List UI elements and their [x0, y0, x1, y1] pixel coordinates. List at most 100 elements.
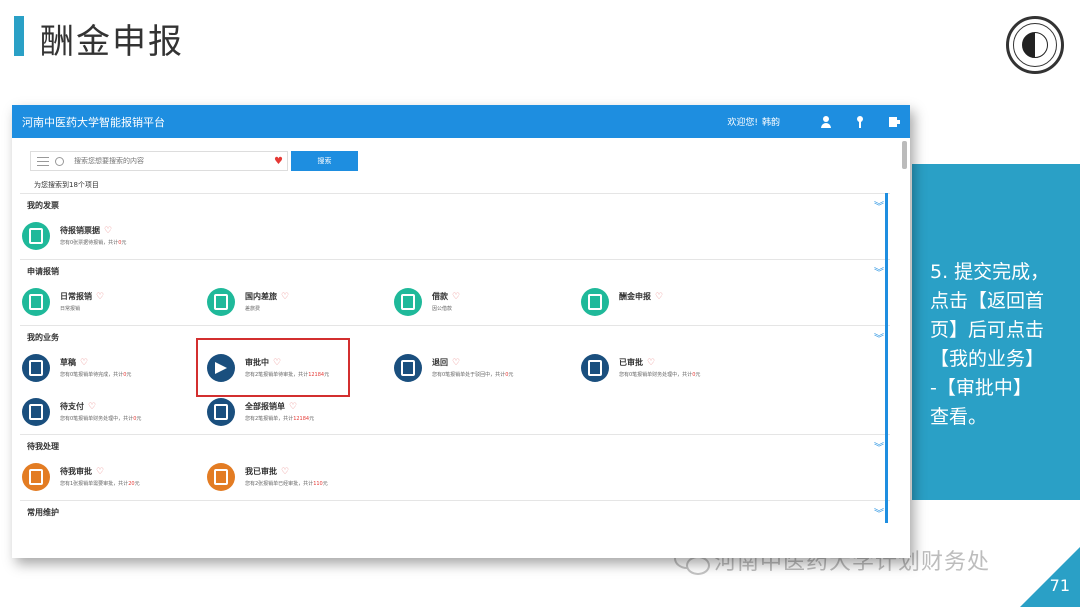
section-pending-for-me: 待我处理 ︾ 待我审批 ♡ 您有1张报销单需要审批，共计20元 我已审批 ♡ 您有2…: [20, 434, 890, 500]
item-domestic-travel[interactable]: 国内差旅 ♡ 差旅费: [207, 288, 382, 318]
list-icon: [207, 398, 235, 426]
heart-icon[interactable]: ♡: [452, 292, 460, 302]
heart-icon[interactable]: ♡: [655, 292, 663, 302]
chevron-down-icon[interactable]: ︾: [874, 330, 884, 345]
yin-yang-icon: [1022, 32, 1048, 58]
item-to-approve[interactable]: 待我审批 ♡ 您有1张报销单需要审批，共计20元: [22, 463, 197, 493]
item-pending-invoices[interactable]: 待报销票据 ♡ 您有0张票据待报销，共计0元: [22, 222, 197, 252]
item-approved[interactable]: 已审批 ♡ 您有0笔报销单财务处理中，共计0元: [581, 354, 756, 384]
item-daily-reimbursement[interactable]: 日常报销 ♡ 日常报销: [22, 288, 197, 318]
item-desc-suffix: 元: [136, 416, 142, 422]
section-my-business: 我的业务 ︾ 草稿 ♡ 您有0笔报销单待完成，共计0元 审批中 ♡ 您有2笔报销单待…: [20, 325, 890, 434]
item-returned[interactable]: 退回 ♡ 您有0笔报销单处于驳回中，共计0元: [394, 354, 569, 384]
item-desc-suffix: 元: [309, 416, 315, 422]
item-desc-suffix: 元: [322, 481, 328, 487]
logout-icon[interactable]: [888, 116, 900, 128]
item-desc-amount: 110: [313, 481, 323, 487]
user-name[interactable]: 韩韵: [762, 115, 780, 128]
invoice-icon: [22, 222, 50, 250]
item-desc-amount: 12184: [293, 416, 310, 422]
approver-icon: [22, 463, 50, 491]
section-scroll-indicator: [885, 193, 888, 523]
item-desc-prefix: 您有0张票据待报销，共计: [60, 240, 119, 246]
payment-icon: [22, 398, 50, 426]
user-icon[interactable]: [820, 115, 832, 128]
document-icon: [22, 288, 50, 316]
approved-by-me-icon: [207, 463, 235, 491]
heart-icon[interactable]: ♡: [96, 467, 104, 477]
item-desc-prefix: 您有2张报销单已经审批，共计: [245, 481, 314, 487]
heart-icon[interactable]: ♡: [289, 402, 297, 412]
item-desc-suffix: 元: [508, 372, 514, 378]
return-icon: [394, 354, 422, 382]
item-title: 待我审批: [60, 467, 92, 476]
draft-icon: [22, 354, 50, 382]
app-window: 河南中医药大学智能报销平台 欢迎您! 韩韵 ♥ 搜索 为您搜索到18个项目 我的…: [12, 105, 910, 558]
item-title: 酬金申报: [619, 292, 651, 301]
section-apply-reimbursement: 申请报销 ︾ 日常报销 ♡ 日常报销 国内差旅 ♡ 差旅费 借款 ♡ 因公借款 酬金申…: [20, 259, 890, 325]
item-desc-suffix: 元: [695, 372, 701, 378]
heart-icon[interactable]: ♡: [647, 358, 655, 368]
window-scrollbar[interactable]: [902, 141, 907, 169]
menu-icon[interactable]: [37, 156, 49, 166]
result-count: 为您搜索到18个项目: [34, 181, 99, 189]
pin-icon[interactable]: [854, 115, 866, 128]
approved-icon: [581, 354, 609, 382]
main-content: ♥ 搜索 为您搜索到18个项目 我的发票 ︾ 待报销票据 ♡ 您有0张票据待报销，…: [12, 138, 902, 558]
title-accent-bar: [14, 16, 24, 56]
favorite-heart-icon[interactable]: ♥: [274, 156, 283, 167]
item-pending-payment[interactable]: 待支付 ♡ 您有0笔报销单财务处理中，共计0元: [22, 398, 197, 428]
item-desc: 日常报销: [60, 306, 81, 312]
chevron-down-icon[interactable]: ︾: [874, 198, 884, 213]
item-title: 日常报销: [60, 292, 92, 301]
search-icon: [55, 156, 64, 166]
item-approved-by-me[interactable]: 我已审批 ♡ 您有2张报销单已经审批，共计110元: [207, 463, 382, 493]
section-title: 我的发票: [27, 201, 59, 210]
heart-icon[interactable]: ♡: [104, 226, 112, 236]
section-title: 常用维护: [27, 508, 59, 517]
item-remuneration[interactable]: 酬金申报 ♡: [581, 288, 756, 318]
heart-icon[interactable]: ♡: [80, 358, 88, 368]
item-desc-prefix: 您有0笔报销单处于驳回中，共计: [432, 372, 506, 378]
section-title: 待我处理: [27, 442, 59, 451]
section-my-invoices: 我的发票 ︾ 待报销票据 ♡ 您有0张票据待报销，共计0元: [20, 193, 890, 259]
item-title: 全部报销单: [245, 402, 285, 411]
section-title: 我的业务: [27, 333, 59, 342]
item-all-reimbursements[interactable]: 全部报销单 ♡ 您有2笔报销单，共计12184元: [207, 398, 382, 428]
welcome-text: 欢迎您!: [727, 118, 758, 128]
item-title: 借款: [432, 292, 448, 301]
item-title: 待支付: [60, 402, 84, 411]
item-desc: 差旅费: [245, 306, 261, 312]
chevron-down-icon[interactable]: ︾: [874, 264, 884, 279]
page-number: 71: [1049, 576, 1070, 595]
heart-icon[interactable]: ♡: [281, 292, 289, 302]
instruction-text: 5. 提交完成， 点击【返回首 页】后可点击 【我的业务】 -【审批中】 查看。: [930, 261, 1050, 428]
search-button[interactable]: 搜索: [291, 151, 358, 171]
item-title: 退回: [432, 358, 448, 367]
travel-icon: [207, 288, 235, 316]
item-drafts[interactable]: 草稿 ♡ 您有0笔报销单待完成，共计0元: [22, 354, 197, 384]
remuneration-icon: [581, 288, 609, 316]
heart-icon[interactable]: ♡: [88, 402, 96, 412]
item-title: 草稿: [60, 358, 76, 367]
item-title: 待报销票据: [60, 226, 100, 235]
app-title: 河南中医药大学智能报销平台: [22, 115, 165, 129]
heart-icon[interactable]: ♡: [452, 358, 460, 368]
item-desc-suffix: 元: [126, 372, 132, 378]
item-title: 国内差旅: [245, 292, 277, 301]
item-desc-prefix: 您有1张报销单需要审批，共计: [60, 481, 129, 487]
loan-icon: [394, 288, 422, 316]
search-input[interactable]: [74, 157, 275, 165]
chevron-down-icon[interactable]: ︾: [874, 439, 884, 454]
chevron-down-icon[interactable]: ︾: [874, 505, 884, 520]
app-topbar: 河南中医药大学智能报销平台 欢迎您! 韩韵: [12, 105, 910, 138]
item-desc: 因公借款: [432, 306, 453, 312]
item-loan[interactable]: 借款 ♡ 因公借款: [394, 288, 569, 318]
item-desc-prefix: 您有2笔报销单，共计: [245, 416, 294, 422]
section-common-maintenance: 常用维护 ︾: [20, 500, 890, 540]
slide-title: 酬金申报: [40, 22, 184, 62]
heart-icon[interactable]: ♡: [281, 467, 289, 477]
highlight-annotation-box: [196, 338, 350, 397]
section-title: 申请报销: [27, 267, 59, 276]
heart-icon[interactable]: ♡: [96, 292, 104, 302]
